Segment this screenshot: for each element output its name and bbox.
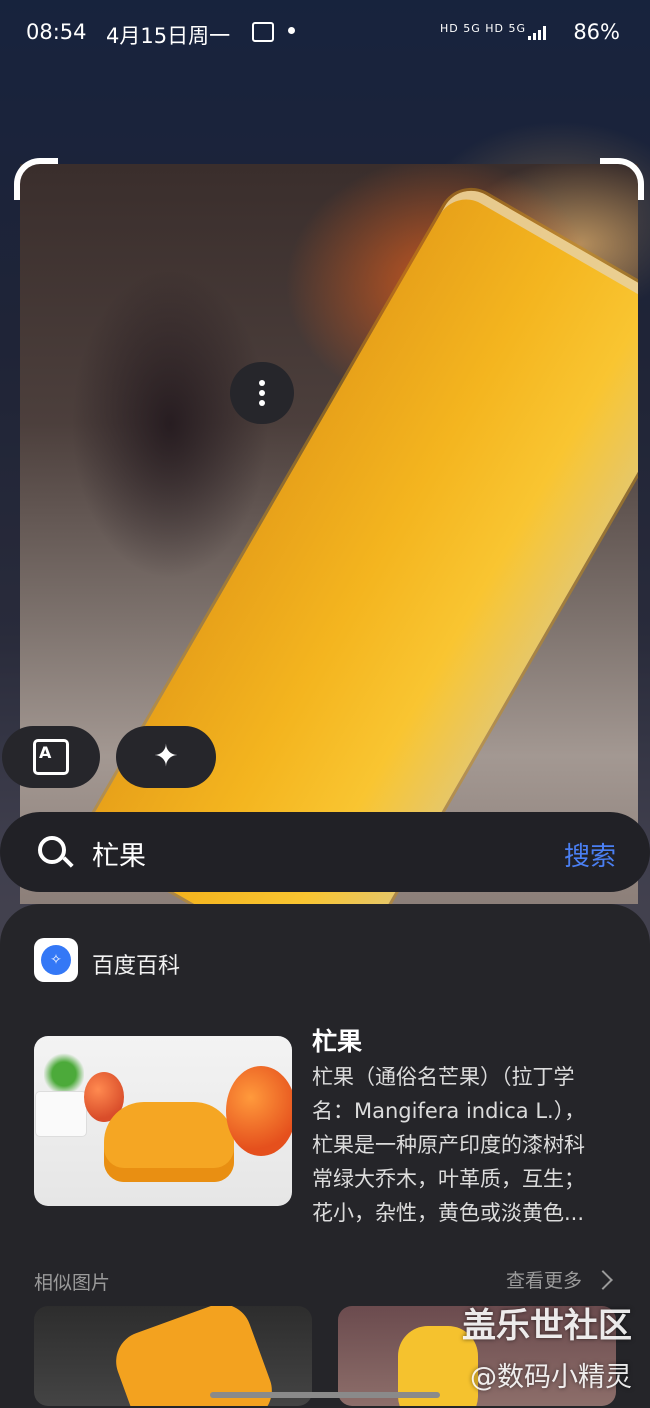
result-description[interactable]: 杧果（通俗名芒果）（拉丁学 名：Mangifera indica L.）， 杧果… — [312, 1060, 618, 1230]
watermark: 盖乐世社区 @数码小精灵 — [462, 1298, 632, 1394]
description-line: 花小，杂性，黄色或淡黄色... — [312, 1201, 585, 1225]
watermark-author: @数码小精灵 — [470, 1362, 632, 1393]
source-name[interactable]: 百度百科 — [92, 948, 180, 980]
notification-dot-icon — [288, 27, 295, 34]
search-query[interactable]: 杧果 — [92, 834, 146, 873]
result-title[interactable]: 杧果 — [312, 1022, 362, 1058]
baidu-baike-logo-icon: ✧ — [34, 938, 78, 982]
translate-icon: A — [33, 739, 69, 775]
battery-level: 86% — [573, 20, 620, 44]
search-bar[interactable]: 杧果 搜索 — [0, 812, 650, 892]
ai-enhance-button[interactable]: ✦ — [116, 726, 216, 788]
watermark-title: 盖乐世社区 — [462, 1306, 632, 1346]
similar-images-label: 相似图片 — [34, 1272, 111, 1294]
description-line: 杧果是一种原产印度的漆树科 — [312, 1133, 585, 1157]
more-vertical-icon — [259, 380, 265, 406]
mango-slice — [80, 179, 638, 904]
similar-image[interactable] — [34, 1306, 312, 1406]
status-date: 4月15日周一 — [106, 24, 231, 48]
view-more-label: 查看更多 — [505, 1270, 582, 1292]
search-button[interactable]: 搜索 — [564, 836, 616, 873]
description-line: 常绿大乔木，叶革质，互生； — [312, 1167, 585, 1191]
search-icon — [38, 836, 66, 864]
chevron-right-icon — [593, 1269, 613, 1290]
description-line: 名：Mangifera indica L.）， — [312, 1099, 586, 1123]
translate-button[interactable]: A — [2, 726, 100, 788]
selected-image-region[interactable] — [20, 164, 638, 904]
home-indicator[interactable] — [210, 1392, 440, 1398]
result-thumbnail[interactable] — [34, 1036, 292, 1206]
status-bar: 08:54 4月15日周一 HD 5G HD 5G 86% — [0, 0, 650, 66]
network-indicator: HD 5G HD 5G — [440, 22, 527, 35]
description-line: 杧果（通俗名芒果）（拉丁学 — [312, 1065, 575, 1089]
more-options-button[interactable] — [230, 362, 294, 424]
status-time: 08:54 — [26, 20, 87, 44]
image-notification-icon — [252, 22, 274, 42]
signal-icon — [528, 26, 546, 40]
sparkle-icon: ✦ — [153, 739, 179, 774]
view-more-link[interactable]: 查看更多 — [505, 1266, 613, 1293]
